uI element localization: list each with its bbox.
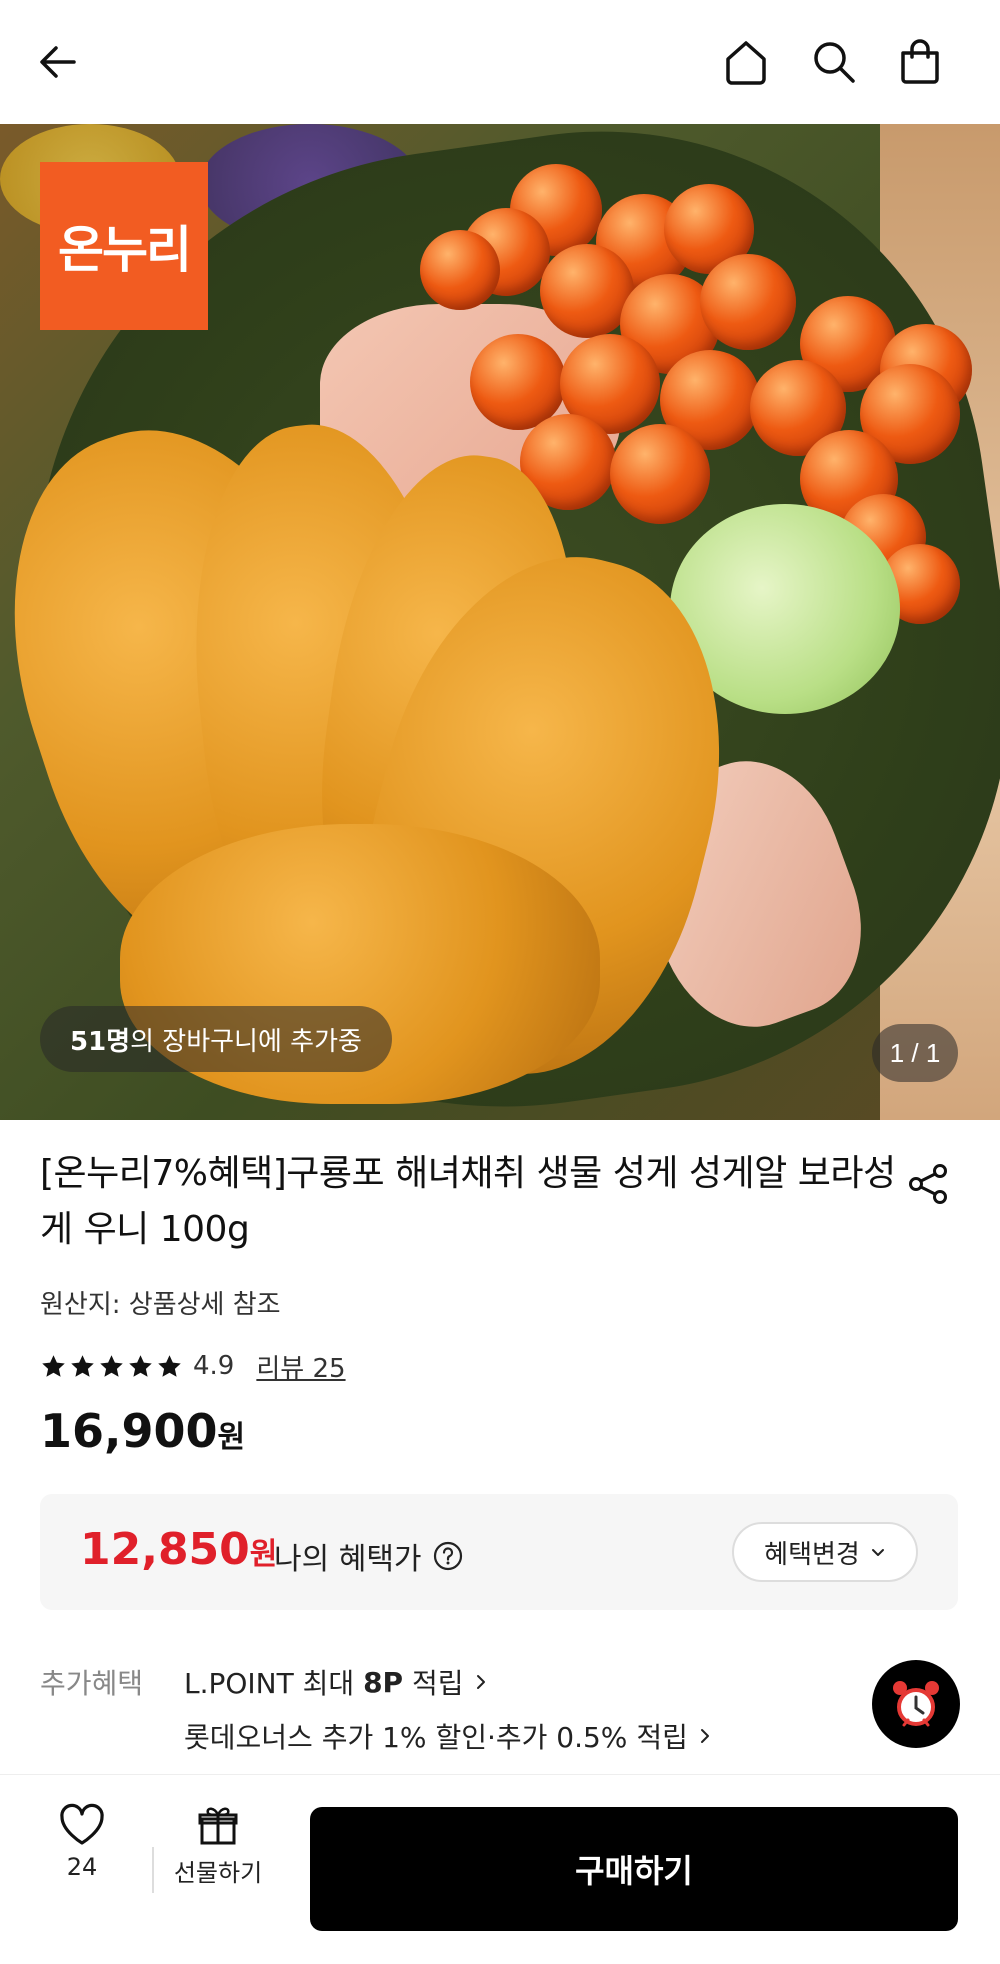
origin-info: 원산지: 상품상세 참조	[40, 1290, 281, 1320]
lpoint-prefix: L.POINT 최대	[184, 1667, 364, 1700]
gift-label: 선물하기	[173, 1859, 263, 1887]
share-icon[interactable]	[900, 1156, 956, 1212]
product-image[interactable]: 온누리 51명 의 장바구니에 추가중 1 / 1	[0, 124, 1000, 1120]
benefit-label-text: 나의 혜택가	[274, 1542, 422, 1577]
salmon-roe	[420, 230, 500, 310]
lpoint-benefit-link[interactable]: L.POINT 최대 8P 적립	[184, 1662, 490, 1702]
rating-stars	[40, 1353, 183, 1380]
shopping-bag-icon[interactable]	[890, 32, 950, 92]
chevron-down-icon	[871, 1549, 884, 1556]
heart-icon	[60, 1803, 104, 1845]
help-icon[interactable]	[432, 1540, 464, 1572]
gift-icon	[198, 1807, 238, 1845]
gift-button[interactable]: 선물하기	[168, 1803, 268, 1888]
alarm-clock-button[interactable]	[872, 1660, 960, 1748]
wishlist-button[interactable]: 24	[40, 1803, 124, 1881]
lpoint-suffix: 적립	[403, 1667, 464, 1700]
lpoint-amount: 8P	[363, 1665, 404, 1699]
salmon-roe	[700, 254, 796, 350]
back-arrow-icon[interactable]	[28, 32, 88, 92]
star-icon	[129, 1354, 152, 1377]
divider	[152, 1847, 154, 1893]
rating-row: 4.9 리뷰 25	[40, 1346, 346, 1386]
benefit-label: 나의 혜택가	[274, 1534, 464, 1578]
price-unit: 원	[217, 1420, 246, 1455]
product-title: [온누리7%혜택]구룡포 해녀채취 생물 성게 성게알 보라성게 우니 100g	[40, 1153, 896, 1250]
benefit-price-value: 12,850	[80, 1524, 250, 1575]
star-icon	[158, 1354, 181, 1377]
home-icon[interactable]	[716, 32, 776, 92]
original-price: 16,900원	[40, 1404, 245, 1458]
lotte-owners-text: 롯데오너스 추가 1% 할인·추가 0.5% 적립	[184, 1721, 688, 1754]
price-value: 16,900	[40, 1404, 218, 1458]
cart-status-badge: 51명 의 장바구니에 추가중	[40, 1006, 392, 1072]
top-bar	[0, 0, 1000, 124]
image-page-indicator: 1 / 1	[872, 1024, 958, 1082]
lotte-owners-benefit-link[interactable]: 롯데오너스 추가 1% 할인·추가 0.5% 적립	[184, 1716, 714, 1756]
chevron-right-icon	[472, 1673, 490, 1691]
onnuri-logo: 온누리	[40, 162, 208, 330]
search-icon[interactable]	[804, 32, 864, 92]
star-icon	[100, 1354, 123, 1377]
change-benefit-button[interactable]: 혜택변경	[732, 1522, 918, 1582]
change-benefit-label: 혜택변경	[764, 1539, 860, 1570]
chevron-right-icon	[696, 1727, 714, 1745]
star-icon	[71, 1354, 94, 1377]
bottom-action-bar: 24 선물하기 구매하기	[0, 1774, 1000, 1964]
rating-value: 4.9	[193, 1351, 235, 1381]
wishlist-count: 24	[66, 1853, 98, 1881]
review-link[interactable]: 리뷰 25	[256, 1348, 345, 1385]
benefit-price-box: 12,850원 나의 혜택가 혜택변경	[40, 1494, 958, 1610]
benefit-price: 12,850원	[80, 1524, 277, 1575]
buy-button[interactable]: 구매하기	[310, 1807, 958, 1931]
salmon-roe	[610, 424, 710, 524]
star-icon	[42, 1354, 65, 1377]
extra-benefit-label: 추가혜택	[40, 1667, 144, 1700]
alarm-clock-icon	[893, 1681, 939, 1727]
